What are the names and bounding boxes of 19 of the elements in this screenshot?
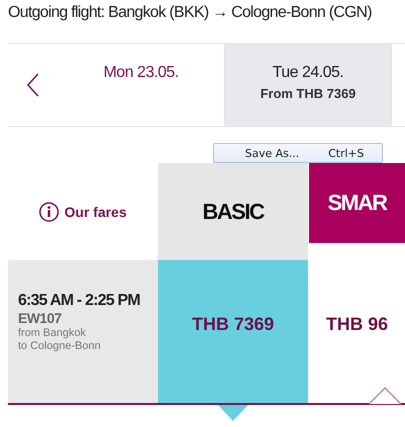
menu-label: Save As... xyxy=(245,146,300,160)
from-price: From THB 7369 xyxy=(260,86,356,101)
page-title: Outgoing flight: Bangkok (BKK) → Cologne-Bonn (CGN) xyxy=(8,4,372,22)
info-icon xyxy=(39,202,60,222)
date-label: Mon 23.05. xyxy=(103,64,179,82)
flight-number: EW107 xyxy=(18,310,62,326)
pointer-icon xyxy=(218,405,248,421)
flight-times: 6:35 AM - 2:25 PM xyxy=(18,292,141,310)
fare-name: BASIC xyxy=(202,198,264,224)
our-fares-link[interactable]: Our fares xyxy=(8,163,158,260)
menu-item[interactable]: Save As... Ctrl+S xyxy=(214,146,382,160)
date-tab[interactable]: Tue 24.05. From THB 7369 xyxy=(225,44,392,126)
chevron-left-icon xyxy=(27,73,39,97)
date-label: Tue 24.05. xyxy=(272,64,344,82)
menu-shortcut: Ctrl+S xyxy=(328,146,364,160)
destination-text: to Cologne-Bonn xyxy=(18,340,102,352)
fare-name: SMAR xyxy=(328,190,386,216)
origin-text: from Bangkok xyxy=(18,327,87,339)
pointer-icon xyxy=(369,387,401,405)
